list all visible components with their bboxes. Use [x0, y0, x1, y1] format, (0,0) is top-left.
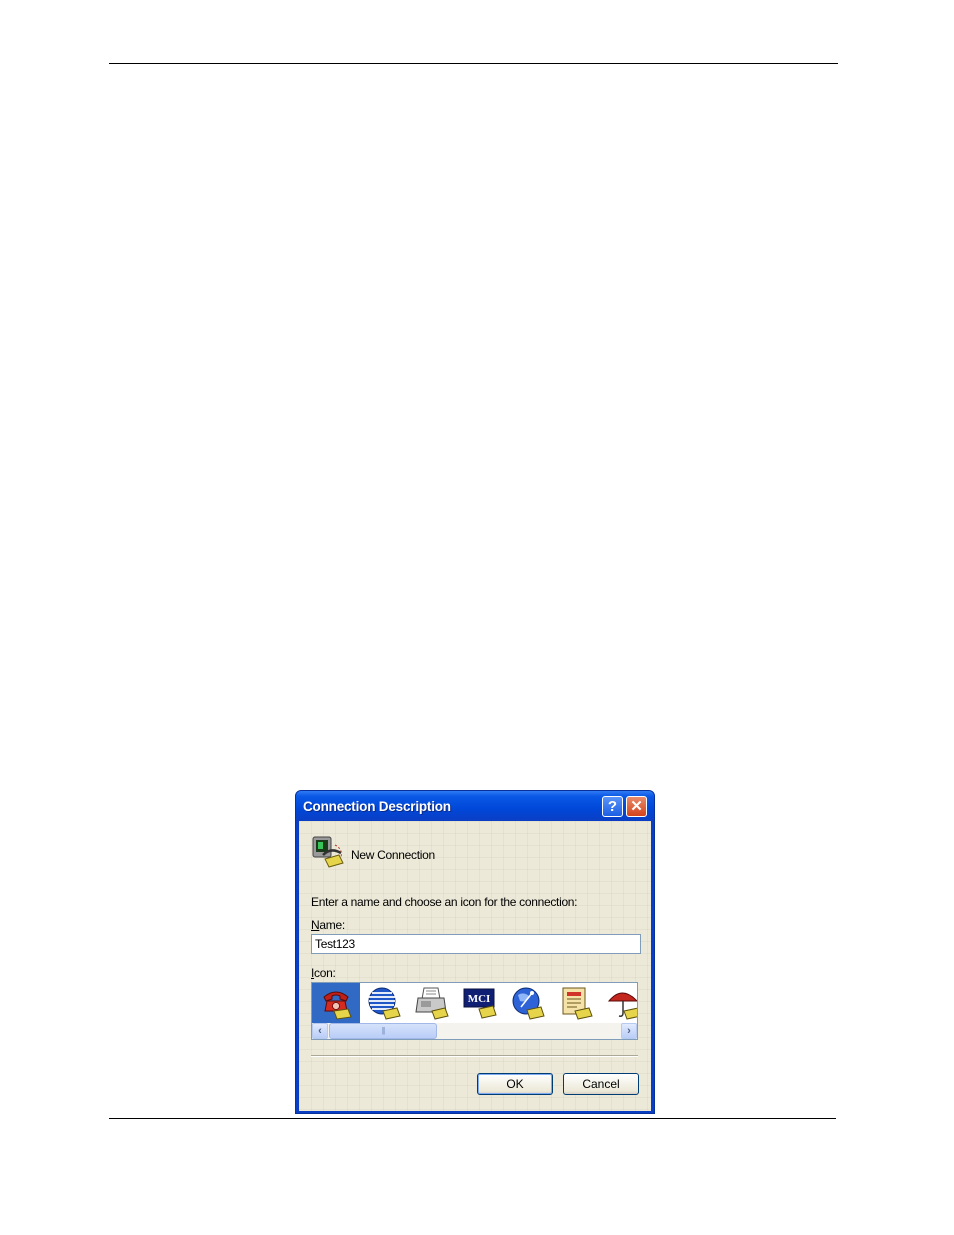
connection-name: New Connection — [351, 848, 435, 862]
fax-machine-icon — [415, 987, 449, 1020]
footer-rule — [109, 1118, 836, 1119]
icon-option-fax-machine[interactable] — [408, 983, 456, 1023]
globe-phone-icon — [368, 987, 401, 1020]
name-input[interactable] — [311, 934, 641, 954]
mci-phone-icon: MCI — [463, 988, 497, 1019]
notepad-phone-icon — [562, 987, 593, 1020]
satellite-globe-icon — [512, 987, 545, 1020]
icon-option-umbrella-phone[interactable] — [600, 983, 637, 1023]
close-button[interactable]: ✕ — [626, 796, 647, 817]
close-icon: ✕ — [630, 798, 643, 815]
cancel-button[interactable]: Cancel — [563, 1073, 639, 1095]
icon-list[interactable]: MCI ‹ ||| › — [311, 982, 638, 1040]
title-bar[interactable]: Connection Description ? ✕ — [296, 791, 654, 821]
dialog-body: New Connection Enter a name and choose a… — [299, 821, 651, 1111]
chevron-left-icon: ‹ — [318, 1025, 322, 1037]
instruction-text: Enter a name and choose an icon for the … — [311, 895, 578, 909]
ok-button[interactable]: OK — [477, 1073, 553, 1095]
icon-label: Icon: — [311, 966, 336, 980]
name-label: Name: — [311, 918, 345, 932]
scroll-thumb[interactable]: ||| — [329, 1023, 437, 1039]
icon-option-satellite-globe[interactable] — [504, 983, 552, 1023]
header-rule — [109, 63, 838, 64]
icon-strip: MCI — [312, 983, 637, 1023]
help-icon: ? — [607, 798, 618, 815]
icon-list-scrollbar[interactable]: ‹ ||| › — [312, 1023, 637, 1039]
help-button[interactable]: ? — [602, 796, 623, 817]
phone-terminal-icon — [312, 836, 344, 868]
icon-option-mci-phone[interactable]: MCI — [456, 983, 504, 1023]
scroll-right-button[interactable]: › — [621, 1023, 637, 1039]
icon-option-globe-phone[interactable] — [360, 983, 408, 1023]
umbrella-phone-icon — [607, 992, 637, 1020]
connection-description-dialog: Connection Description ? ✕ New Connectio… — [295, 790, 655, 1114]
chevron-right-icon: › — [627, 1025, 631, 1037]
dialog-title: Connection Description — [303, 799, 451, 814]
separator — [311, 1055, 638, 1057]
scroll-left-button[interactable]: ‹ — [312, 1023, 328, 1039]
icon-option-notepad-phone[interactable] — [552, 983, 600, 1023]
grip-icon: ||| — [381, 1026, 385, 1035]
icon-option-red-phone[interactable] — [312, 983, 360, 1023]
mci-label: MCI — [468, 993, 491, 1005]
red-phone-icon — [323, 991, 352, 1020]
